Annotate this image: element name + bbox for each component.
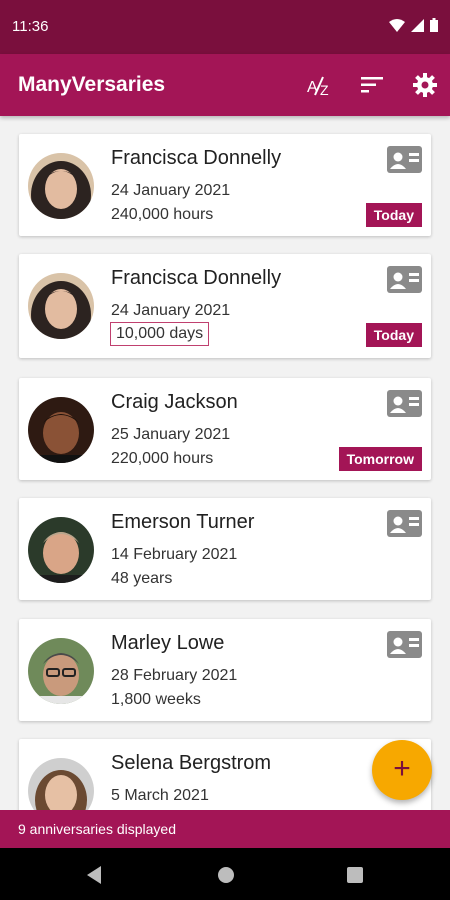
contact-card-icon[interactable]	[387, 510, 422, 537]
person-name: Craig Jackson	[111, 391, 238, 413]
anniversary-duration: 240,000 hours	[111, 206, 214, 223]
person-name: Marley Lowe	[111, 632, 225, 654]
signal-icon	[411, 18, 424, 32]
home-icon	[218, 867, 234, 883]
avatar	[28, 153, 94, 219]
anniversary-card[interactable]: Francisca Donnelly 24 January 2021 240,0…	[19, 134, 431, 236]
contact-card-icon[interactable]	[387, 266, 422, 293]
anniversary-count-bar: 9 anniversaries displayed	[0, 810, 450, 848]
anniversary-date: 14 February 2021	[111, 546, 238, 563]
anniversary-date: 28 February 2021	[111, 667, 238, 684]
home-button[interactable]	[215, 864, 237, 886]
anniversary-count-text: 9 anniversaries displayed	[18, 821, 176, 837]
anniversary-card[interactable]: Selena Bergstrom 5 March 2021	[19, 739, 431, 810]
anniversary-card[interactable]: Craig Jackson 25 January 2021 220,000 ho…	[19, 378, 431, 480]
add-anniversary-button[interactable]: +	[372, 740, 432, 800]
back-icon	[87, 866, 101, 884]
anniversary-card[interactable]: Francisca Donnelly 24 January 2021 10,00…	[19, 254, 431, 358]
avatar	[28, 517, 94, 583]
anniversary-date: 25 January 2021	[111, 426, 231, 443]
person-name: Francisca Donnelly	[111, 267, 282, 289]
anniversary-duration: 48 years	[111, 570, 173, 587]
anniversary-card[interactable]: Marley Lowe 28 February 2021 1,800 weeks	[19, 619, 431, 721]
app-title: ManyVersaries	[18, 73, 166, 96]
anniversary-list[interactable]: Francisca Donnelly 24 January 2021 240,0…	[0, 116, 450, 810]
status-icons	[389, 18, 438, 32]
recents-button[interactable]	[344, 864, 366, 886]
wifi-icon	[389, 18, 405, 32]
status-time: 11:36	[12, 18, 49, 35]
contact-card-icon[interactable]	[387, 146, 422, 173]
sort-alpha-button[interactable]: A Z	[304, 70, 334, 100]
status-badge: Today	[365, 203, 422, 227]
person-name: Emerson Turner	[111, 511, 255, 533]
anniversary-date: 24 January 2021	[111, 302, 231, 319]
person-name: Selena Bergstrom	[111, 752, 272, 774]
status-bar: 11:36	[0, 0, 450, 54]
avatar	[28, 638, 94, 704]
app-bar: ManyVersaries A Z	[0, 54, 450, 116]
anniversary-date: 24 January 2021	[111, 182, 231, 199]
recents-icon	[347, 867, 363, 883]
contact-card-icon[interactable]	[387, 390, 422, 417]
status-badge: Tomorrow	[338, 447, 422, 471]
battery-icon	[430, 18, 438, 32]
avatar	[28, 397, 94, 463]
anniversary-duration: 10,000 days	[110, 322, 210, 346]
avatar	[28, 273, 94, 339]
svg-text:Z: Z	[320, 82, 329, 97]
anniversary-duration: 220,000 hours	[111, 450, 214, 467]
settings-button[interactable]	[410, 70, 440, 100]
system-nav-bar	[0, 848, 450, 900]
anniversary-duration: 1,800 weeks	[111, 691, 201, 708]
anniversary-card[interactable]: Emerson Turner 14 February 2021 48 years	[19, 498, 431, 600]
sort-az-icon: A Z	[307, 76, 329, 97]
avatar	[28, 758, 94, 810]
person-name: Francisca Donnelly	[111, 147, 282, 169]
back-button[interactable]	[84, 864, 106, 886]
sort-icon	[361, 77, 383, 93]
status-badge: Today	[365, 323, 422, 347]
gear-icon	[413, 73, 437, 97]
sort-button[interactable]	[357, 70, 387, 100]
contact-card-icon[interactable]	[387, 631, 422, 658]
anniversary-date: 5 March 2021	[111, 787, 209, 804]
